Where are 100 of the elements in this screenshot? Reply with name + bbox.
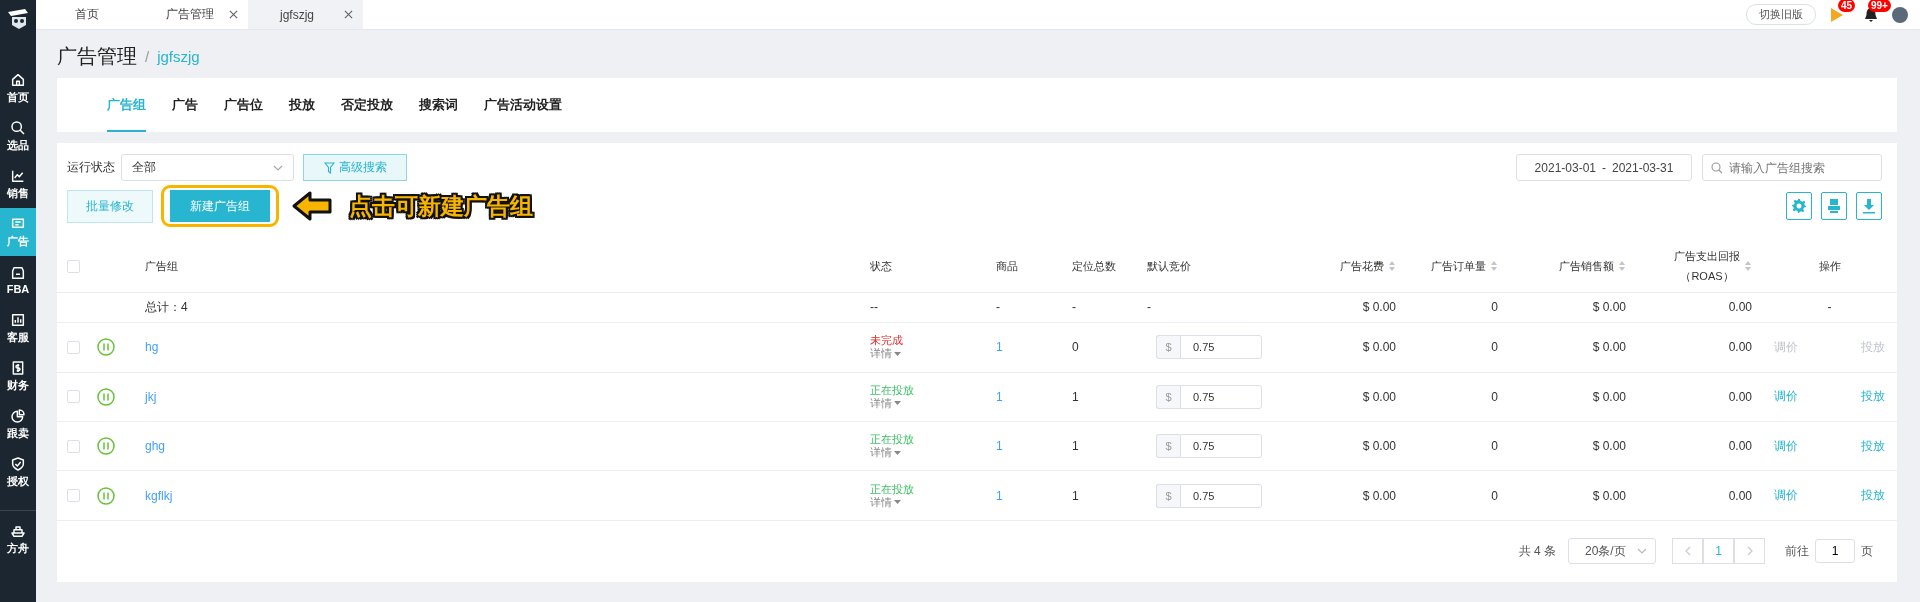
column-header[interactable]: 广告订单量 <box>1431 256 1486 277</box>
date-range-field[interactable]: 2021-03-01 - 2021-03-31 <box>1516 154 1692 182</box>
column-header[interactable]: 广告销售额 <box>1559 256 1614 277</box>
details-toggle[interactable]: 详情 <box>870 495 901 509</box>
bar-chart-icon <box>10 311 26 328</box>
page-title: 广告管理 <box>57 43 137 69</box>
page-tab[interactable]: jgfszjg <box>248 0 363 29</box>
sort-icon[interactable] <box>1618 260 1626 273</box>
column-header[interactable]: 广告支出回报 （ROAS） <box>1674 246 1740 287</box>
status-select[interactable]: 全部 <box>121 154 294 182</box>
status-text: 未完成 <box>870 334 903 348</box>
filter-icon <box>323 161 335 174</box>
tab[interactable]: 投放 <box>289 78 315 132</box>
goto-page-input[interactable]: 1 <box>1815 539 1855 564</box>
table-cell: 0 <box>1491 389 1498 404</box>
prev-page-button[interactable] <box>1672 538 1703 565</box>
sort-icon[interactable] <box>1388 260 1396 273</box>
sidebar-item[interactable]: FBA <box>0 256 36 304</box>
settings-button[interactable] <box>1786 192 1812 221</box>
sidebar-item[interactable]: 客服 <box>0 304 36 352</box>
chevron-left-icon <box>1684 546 1691 557</box>
next-page-button[interactable] <box>1734 538 1765 565</box>
print-button[interactable] <box>1821 192 1847 221</box>
bid-input[interactable]: 0.75 <box>1180 335 1262 360</box>
details-toggle[interactable]: 详情 <box>870 446 901 460</box>
sidebar-item[interactable]: 方舟 <box>0 515 36 563</box>
sidebar-item[interactable]: 选品 <box>0 112 36 160</box>
chevron-down-icon <box>273 164 283 171</box>
close-icon[interactable] <box>229 10 238 19</box>
shield-icon <box>10 455 26 472</box>
sidebar-item[interactable]: 财务 <box>0 352 36 400</box>
table-cell: 0.00 <box>1728 300 1752 315</box>
table-cell: 0.00 <box>1728 439 1752 454</box>
table-cell: 0 <box>1491 340 1498 355</box>
details-toggle[interactable]: 详情 <box>870 396 901 410</box>
tab[interactable]: 否定投放 <box>341 78 393 132</box>
sidebar-item[interactable]: 首页 <box>0 64 36 112</box>
pause-icon[interactable] <box>97 437 115 456</box>
page-size-select[interactable]: 20条/页 <box>1568 538 1656 565</box>
table-cell: $ 0.00 <box>1592 389 1626 404</box>
pause-icon[interactable] <box>97 486 115 505</box>
bid-input[interactable]: 0.75 <box>1180 483 1262 508</box>
left-arrow-icon <box>291 190 333 223</box>
status-text: 正在投放 <box>870 482 914 496</box>
currency-prefix: $ <box>1156 434 1180 459</box>
bid-input[interactable]: 0.75 <box>1180 384 1262 409</box>
pause-icon[interactable] <box>97 387 115 406</box>
search-icon <box>10 119 26 136</box>
details-toggle[interactable]: 详情 <box>870 347 901 361</box>
table-cell: 1 <box>1072 439 1079 454</box>
column-header: 商品 <box>996 259 1018 275</box>
download-button[interactable] <box>1856 192 1882 221</box>
table-cell: 0 <box>1491 300 1498 315</box>
home-icon <box>10 71 26 88</box>
table-cell: $ 0.00 <box>1592 340 1626 355</box>
pause-icon[interactable] <box>97 338 115 357</box>
filter-label: 运行状态 <box>67 159 115 177</box>
chevron-right-icon <box>1746 546 1753 557</box>
goto-label: 前往 <box>1785 542 1809 560</box>
notification-badge: 45 <box>1838 0 1856 12</box>
table-cell: $ 0.00 <box>1592 300 1626 315</box>
table-cell: 0 <box>1491 488 1498 503</box>
sort-icon[interactable] <box>1744 260 1752 273</box>
sort-icon[interactable] <box>1490 260 1498 273</box>
checkbox[interactable] <box>67 390 80 404</box>
table-cell: $ 0.00 <box>1592 439 1626 454</box>
page-tab[interactable]: 广告管理 <box>142 0 248 29</box>
column-header: 默认竞价 <box>1147 259 1191 275</box>
close-icon[interactable] <box>344 10 353 19</box>
table-cell: $ 0.00 <box>1592 488 1626 503</box>
table-cell: $ 0.00 <box>1362 439 1396 454</box>
bid-input[interactable]: 0.75 <box>1180 434 1262 459</box>
page-tab[interactable]: 首页 <box>36 0 142 29</box>
column-header[interactable]: 广告花费 <box>1340 256 1384 277</box>
tab[interactable]: 广告位 <box>224 78 263 132</box>
total-label: 总计：4 <box>145 298 188 316</box>
tab[interactable]: 广告活动设置 <box>484 78 562 132</box>
sidebar-item[interactable]: 销售 <box>0 160 36 208</box>
tab[interactable]: 搜索词 <box>419 78 458 132</box>
table-cell: 0.00 <box>1728 389 1752 404</box>
currency-prefix: $ <box>1156 335 1180 360</box>
status-text: 正在投放 <box>870 383 914 397</box>
sidebar-item[interactable]: 跟卖 <box>0 400 36 448</box>
sidebar-item[interactable]: 授权 <box>0 448 36 496</box>
switch-version-button[interactable]: 切换旧版 <box>1746 4 1816 25</box>
store-icon <box>10 265 26 281</box>
table-cell: 0 <box>1072 340 1079 355</box>
caret-icon <box>894 450 901 455</box>
table-cell: - <box>1072 300 1076 315</box>
download-icon <box>1862 198 1876 215</box>
search-field[interactable]: 请输入广告组搜索 <box>1702 154 1882 182</box>
checkbox[interactable] <box>67 489 80 503</box>
table-cell: 0.00 <box>1728 340 1752 355</box>
search-icon <box>1711 162 1723 175</box>
checkbox[interactable] <box>67 439 80 453</box>
chevron-down-icon <box>1637 548 1647 555</box>
tab[interactable]: 广告 <box>172 78 198 132</box>
checkbox[interactable] <box>67 340 80 354</box>
avatar-icon[interactable] <box>1892 6 1908 23</box>
checkbox[interactable] <box>67 259 80 273</box>
